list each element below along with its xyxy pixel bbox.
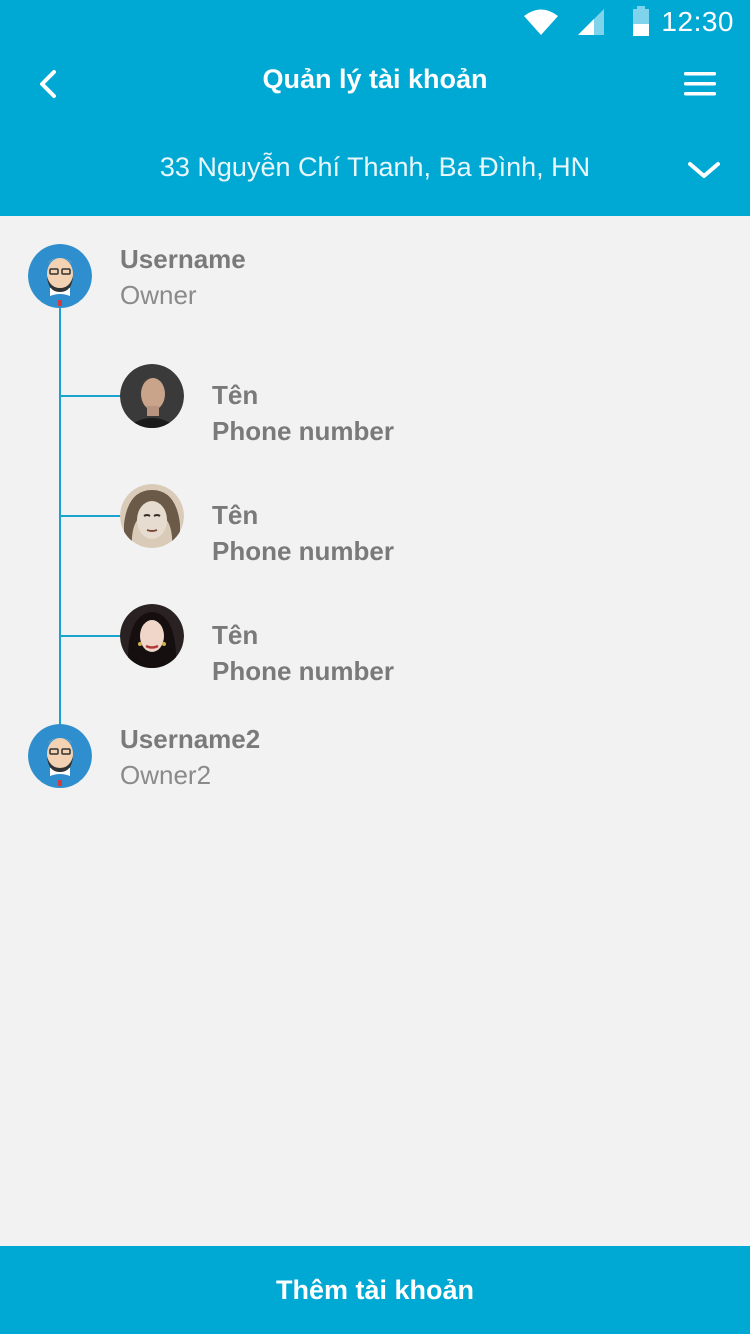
owner-row[interactable]: Username2 Owner2 [0,696,750,816]
member-avatar [120,484,184,548]
owner-row[interactable]: Username Owner [0,216,750,336]
account-tree: Username Owner Tên Phone number Tên Phon… [0,216,750,1246]
chevron-down-icon [688,162,720,178]
member-avatar [120,604,184,668]
owner-role: Owner [120,280,197,310]
add-account-button[interactable]: Thêm tài khoản [0,1246,750,1334]
member-row[interactable]: Tên Phone number [0,356,750,446]
member-row[interactable]: Tên Phone number [0,476,750,566]
address-selector-label[interactable]: 33 Nguyễn Chí Thanh, Ba Đình, HN [0,152,750,183]
menu-button[interactable] [680,66,724,102]
member-name: Tên [212,620,259,650]
status-bar: 12:30 [0,0,750,44]
signal-icon [578,9,604,35]
member-phone: Phone number [212,416,395,446]
member-name: Tên [212,500,259,530]
owner-role: Owner2 [120,760,212,790]
address-dropdown-button[interactable] [684,156,724,186]
member-name: Tên [212,380,259,410]
member-avatar [120,364,184,428]
owner-avatar [28,724,92,788]
clock-time: 12:30 [661,6,734,37]
wifi-icon [524,9,558,35]
battery-icon [633,6,649,36]
member-phone: Phone number [212,536,395,566]
member-row[interactable]: Tên Phone number [0,596,750,686]
owner-name: Username2 [120,724,261,754]
owner-avatar [28,244,92,308]
member-phone: Phone number [212,656,395,686]
page-title: Quản lý tài khoản [262,64,488,94]
owner-name: Username [120,244,246,274]
hamburger-menu-icon [684,72,716,96]
app-header: Quản lý tài khoản 33 Nguyễn Chí Thanh, B… [0,44,750,216]
